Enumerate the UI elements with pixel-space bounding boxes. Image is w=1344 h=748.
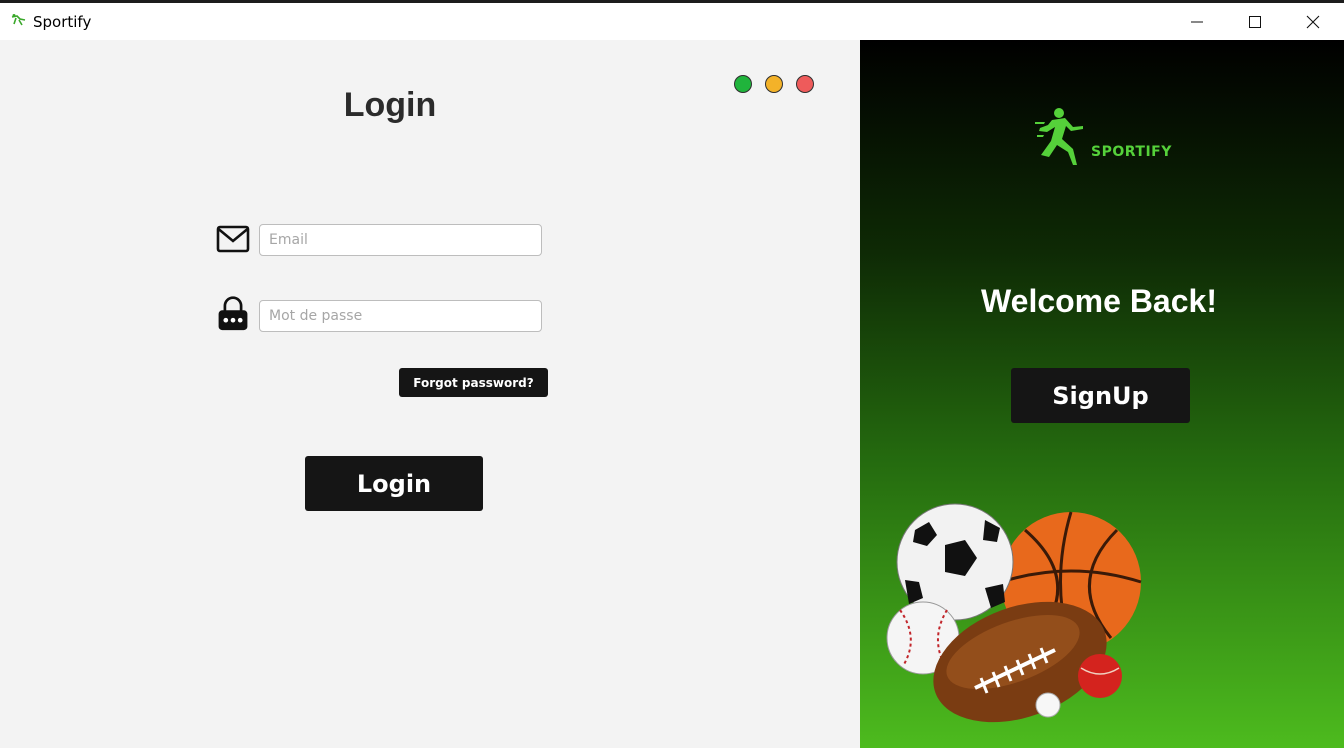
golf-ball-icon (1035, 692, 1061, 718)
login-panel: Login Forgot password? Login (0, 40, 860, 748)
lock-icon (218, 296, 248, 331)
close-icon (1306, 15, 1320, 28)
welcome-heading: Welcome Back! (981, 283, 1217, 319)
maximize-icon (1249, 15, 1261, 28)
sports-balls-illustration (886, 503, 1142, 723)
close-button[interactable] (1284, 3, 1342, 40)
app-icon (11, 14, 26, 26)
logo-text: SPORTIFY (1091, 144, 1172, 160)
cricket-ball-icon (1078, 654, 1122, 698)
minimize-icon (1191, 21, 1203, 22)
green-window-dot[interactable] (734, 75, 752, 93)
maximize-button[interactable] (1226, 3, 1284, 40)
mail-icon (216, 225, 250, 253)
page-title: Login (343, 86, 437, 124)
password-field[interactable] (259, 300, 542, 332)
yellow-window-dot[interactable] (765, 75, 783, 93)
signup-button[interactable]: SignUp (1011, 368, 1190, 423)
welcome-panel: SPORTIFY Welcome Back! SignUp (860, 40, 1344, 748)
forgot-password-button[interactable]: Forgot password? (399, 368, 548, 397)
window-title: Sportify (33, 13, 92, 31)
email-field[interactable] (259, 224, 542, 256)
minimize-button[interactable] (1168, 3, 1226, 40)
sportify-logo-icon (1035, 108, 1083, 165)
title-bar: Sportify (0, 3, 1344, 40)
login-button[interactable]: Login (305, 456, 483, 511)
red-window-dot[interactable] (796, 75, 814, 93)
